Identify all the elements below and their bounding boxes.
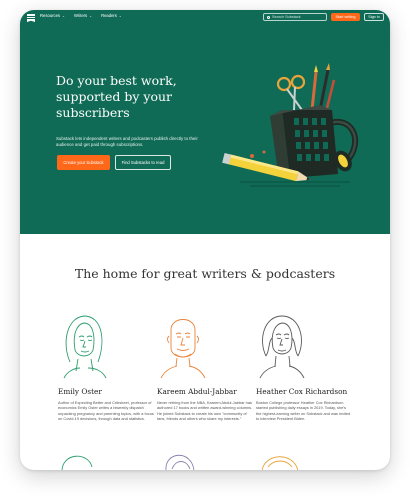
chevron-down-icon: ⌄ xyxy=(89,13,93,18)
substack-logo-icon[interactable] xyxy=(27,14,35,22)
search-icon xyxy=(267,15,270,19)
writer-bio: Never retiring from the NBA, Kareem Abdu… xyxy=(157,400,253,422)
top-navigation: Resources ⌄ Writers ⌄ Readers ⌄ Start wr… xyxy=(20,10,390,26)
nav-menu-readers[interactable]: Readers ⌄ xyxy=(101,13,122,18)
nav-menu-resources[interactable]: Resources ⌄ xyxy=(40,13,65,18)
nav-menu-label: Readers xyxy=(101,13,117,18)
start-writing-button[interactable]: Start writing xyxy=(331,13,360,21)
nav-menu: Resources ⌄ Writers ⌄ Readers ⌄ xyxy=(40,13,122,18)
nav-menu-label: Resources xyxy=(40,13,61,18)
chevron-down-icon: ⌄ xyxy=(62,13,65,18)
pencil-holder-illustration xyxy=(222,63,359,187)
find-substacks-button[interactable]: Find Substacks to read xyxy=(115,155,171,170)
writer-card-kareem-abdul-jabbar[interactable]: Kareem Abdul-Jabbar Never retiring from … xyxy=(157,310,253,422)
sign-in-button[interactable]: Sign in xyxy=(364,13,384,21)
nav-menu-label: Writers xyxy=(73,13,88,18)
chevron-down-icon: ⌄ xyxy=(118,13,122,18)
heather-cox-richardson-portrait xyxy=(259,315,305,379)
browser-viewport: Resources ⌄ Writers ⌄ Readers ⌄ Start wr… xyxy=(20,10,390,470)
writer-name: Heather Cox Richardson xyxy=(256,387,348,396)
hero-section: Resources ⌄ Writers ⌄ Readers ⌄ Start wr… xyxy=(20,10,390,234)
section-title: The home for great writers & podcasters xyxy=(74,266,336,281)
hero-title: Do your best work, supported by your sub… xyxy=(56,73,177,120)
search-input[interactable] xyxy=(272,15,324,19)
kareem-abdul-jabbar-portrait xyxy=(160,319,206,379)
writer-card-emily-oster[interactable]: Emily Oster Author of Expecting Better a… xyxy=(58,310,154,422)
search-box[interactable] xyxy=(263,13,327,21)
writer-portrait-partial xyxy=(61,455,93,470)
create-substack-button[interactable]: Create your Substack xyxy=(57,155,110,170)
writer-portrait-partial xyxy=(261,456,299,470)
emily-oster-portrait xyxy=(63,315,107,379)
hero-description: Substack lets independent writers and po… xyxy=(56,136,198,147)
writer-portrait-partial xyxy=(165,454,195,470)
writer-name: Kareem Abdul-Jabbar xyxy=(157,387,237,396)
writer-bio: Author of Expecting Better and Cribsheet… xyxy=(58,400,154,422)
writer-card-heather-cox-richardson[interactable]: Heather Cox Richardson Boston College pr… xyxy=(256,310,352,422)
writer-name: Emily Oster xyxy=(58,387,102,396)
nav-menu-writers[interactable]: Writers ⌄ xyxy=(74,13,92,18)
writer-bio: Boston College professor Heather Cox Ric… xyxy=(256,400,351,422)
